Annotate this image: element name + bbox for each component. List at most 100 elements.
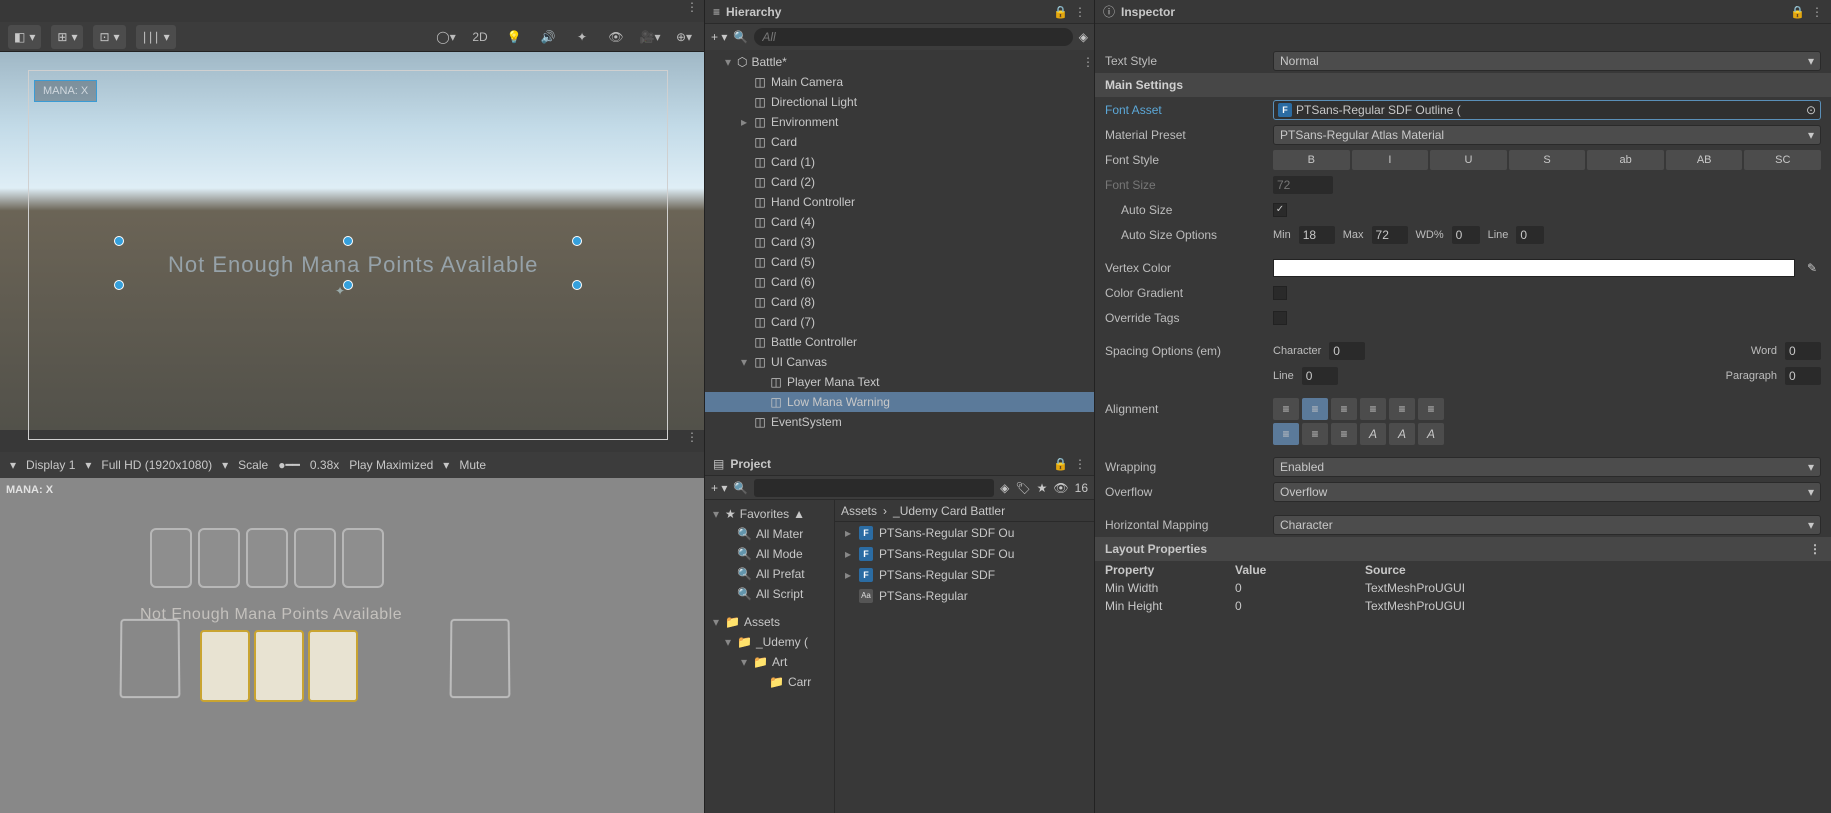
align-right-button[interactable]: ≡ <box>1331 398 1357 420</box>
hierarchy-item[interactable]: ◫Battle Controller <box>705 332 1094 352</box>
hierarchy-item[interactable]: ◫Card (3) <box>705 232 1094 252</box>
override-tags-checkbox[interactable] <box>1273 311 1287 325</box>
inspector-lock-icon[interactable]: 🔒 <box>1790 5 1805 19</box>
scale-slider[interactable]: ●━━ <box>278 458 300 472</box>
hierarchy-item-low-mana[interactable]: ◫ Low Mana Warning <box>705 392 1094 412</box>
game-viewport[interactable]: MANA: X Not Enough Mana Points Available <box>0 478 704 813</box>
eyedropper-icon[interactable]: ✎ <box>1803 259 1821 277</box>
hierarchy-item[interactable]: ◫Hand Controller <box>705 192 1094 212</box>
auto-size-checkbox[interactable]: ✓ <box>1273 203 1287 217</box>
favorite-search[interactable]: 🔍All Mode <box>705 544 834 564</box>
camera-icon[interactable]: 🎥▾ <box>638 25 662 49</box>
audio-icon[interactable]: 🔊 <box>536 25 560 49</box>
text-style-dropdown[interactable]: Normal▾ <box>1273 51 1821 71</box>
draw-mode-dropdown[interactable]: ◯▾ <box>434 25 458 49</box>
favorite-search[interactable]: 🔍All Mater <box>705 524 834 544</box>
spacing-char-field[interactable] <box>1329 342 1365 360</box>
scene-camera-dropdown[interactable]: ◧▾ <box>8 25 41 49</box>
move-gizmo-icon[interactable]: ✦ <box>335 284 371 320</box>
project-lock-icon[interactable]: 🔒 <box>1053 457 1068 471</box>
search-by-type-icon[interactable]: ◈ <box>1000 481 1009 495</box>
font-style-s-button[interactable]: S <box>1509 150 1586 170</box>
hierarchy-item[interactable]: ◫Card (5) <box>705 252 1094 272</box>
valign-bottom-button[interactable]: ≡ <box>1331 423 1357 445</box>
scene-viewport[interactable]: MANA: X Not Enough Mana Points Available… <box>0 52 704 430</box>
hierarchy-search-input[interactable] <box>754 28 1072 46</box>
hierarchy-item[interactable]: ◫Card (1) <box>705 152 1094 172</box>
favorite-star-icon[interactable]: ★ <box>1037 481 1048 495</box>
asset-item[interactable]: ▸FPTSans-Regular SDF Ou <box>835 543 1094 564</box>
font-style-i-button[interactable]: I <box>1352 150 1429 170</box>
spacing-word-field[interactable] <box>1785 342 1821 360</box>
layout-props-header[interactable]: Layout Properties⋮ <box>1095 537 1831 561</box>
fx-icon[interactable]: ✦ <box>570 25 594 49</box>
hierarchy-item[interactable]: ◫Card (6) <box>705 272 1094 292</box>
favorites-folder[interactable]: ▾★ Favorites▲ <box>705 504 834 524</box>
wrapping-dropdown[interactable]: Enabled▾ <box>1273 457 1821 477</box>
hierarchy-item[interactable]: ▸◫Environment <box>705 112 1094 132</box>
lighting-icon[interactable]: 💡 <box>502 25 526 49</box>
font-style-sc-button[interactable]: SC <box>1744 150 1821 170</box>
project-breadcrumb[interactable]: Assets›_Udemy Card Battler <box>835 500 1094 522</box>
valign-baseline-button[interactable]: A <box>1360 423 1386 445</box>
hierarchy-tree[interactable]: ▾⬡ Battle* ⋮ ◫Main Camera◫Directional Li… <box>705 50 1094 452</box>
hierarchy-add-button[interactable]: + ▾ <box>711 30 727 44</box>
valign-mid-button[interactable]: ≡ <box>1302 423 1328 445</box>
autosize-min-field[interactable] <box>1299 226 1335 244</box>
hierarchy-item[interactable]: ◫Card (4) <box>705 212 1094 232</box>
hierarchy-item-eventsystem[interactable]: ◫ EventSystem <box>705 412 1094 432</box>
search-by-label-icon[interactable]: 🏷 <box>1015 481 1030 495</box>
h-mapping-dropdown[interactable]: Character▾ <box>1273 515 1821 535</box>
spacing-line-field[interactable] <box>1302 367 1338 385</box>
selection-handles[interactable] <box>118 240 578 286</box>
hierarchy-item[interactable]: ◫Main Camera <box>705 72 1094 92</box>
gizmos-dropdown[interactable]: ⊕▾ <box>672 25 696 49</box>
font-style-u-button[interactable]: U <box>1430 150 1507 170</box>
asset-item[interactable]: AaPTSans-Regular <box>835 585 1094 606</box>
favorite-search[interactable]: 🔍All Script <box>705 584 834 604</box>
asset-item[interactable]: ▸FPTSans-Regular SDF <box>835 564 1094 585</box>
hierarchy-lock-icon[interactable]: 🔒 <box>1053 5 1068 19</box>
project-menu[interactable]: ⋮ <box>1074 457 1086 471</box>
main-settings-header[interactable]: Main Settings <box>1095 73 1831 97</box>
material-preset-dropdown[interactable]: PTSans-Regular Atlas Material▾ <box>1273 125 1821 145</box>
spacing-para-field[interactable] <box>1785 367 1821 385</box>
hierarchy-item-player-mana[interactable]: ◫ Player Mana Text <box>705 372 1094 392</box>
font-style-b-button[interactable]: B <box>1273 150 1350 170</box>
autosize-line-field[interactable] <box>1516 226 1544 244</box>
valign-top-button[interactable]: ≡ <box>1273 423 1299 445</box>
valign-capline-button[interactable]: A <box>1418 423 1444 445</box>
hierarchy-filter-icon[interactable]: ◈ <box>1079 30 1088 44</box>
align-center-button[interactable]: ≡ <box>1302 398 1328 420</box>
folder-item[interactable]: ▾📁 Art <box>705 652 834 672</box>
scene-panel-menu[interactable]: ⋮ <box>0 0 704 22</box>
vertex-color-field[interactable] <box>1273 259 1795 277</box>
project-search-input[interactable] <box>754 479 994 497</box>
hidden-icon[interactable]: 👁 <box>604 25 628 49</box>
hierarchy-item[interactable]: ◫Card (7) <box>705 312 1094 332</box>
folder-item[interactable]: 📁 Carr <box>705 672 834 692</box>
folder-item[interactable]: ▾📁 _Udemy ( <box>705 632 834 652</box>
scene-root[interactable]: ▾⬡ Battle* ⋮ <box>705 52 1094 72</box>
font-style-ab-button[interactable]: ab <box>1587 150 1664 170</box>
autosize-wd-field[interactable] <box>1452 226 1480 244</box>
favorite-search[interactable]: 🔍All Prefat <box>705 564 834 584</box>
display-dropdown[interactable]: Display 1 <box>26 458 75 472</box>
autosize-max-field[interactable] <box>1372 226 1408 244</box>
align-geo-button[interactable]: ≡ <box>1418 398 1444 420</box>
game-dropdown-icon[interactable]: ▾ <box>10 458 16 472</box>
project-folder-tree[interactable]: ▾★ Favorites▲ 🔍All Mater🔍All Mode🔍All Pr… <box>705 500 835 813</box>
project-add-button[interactable]: + ▾ <box>711 481 727 495</box>
align-left-button[interactable]: ≡ <box>1273 398 1299 420</box>
hierarchy-item[interactable]: ◫Card (2) <box>705 172 1094 192</box>
valign-midline-button[interactable]: A <box>1389 423 1415 445</box>
mute-toggle[interactable]: Mute <box>459 458 486 472</box>
overflow-dropdown[interactable]: Overflow▾ <box>1273 482 1821 502</box>
tool-grid[interactable]: ⊞▾ <box>51 25 83 49</box>
font-asset-field[interactable]: F PTSans-Regular SDF Outline ( ⊙ <box>1273 100 1821 120</box>
asset-item[interactable]: ▸FPTSans-Regular SDF Ou <box>835 522 1094 543</box>
hierarchy-item[interactable]: ◫Card (8) <box>705 292 1094 312</box>
tool-increment[interactable]: ∣∣∣▾ <box>136 25 176 49</box>
play-mode-dropdown[interactable]: Play Maximized <box>349 458 433 472</box>
resolution-dropdown[interactable]: Full HD (1920x1080) <box>101 458 212 472</box>
